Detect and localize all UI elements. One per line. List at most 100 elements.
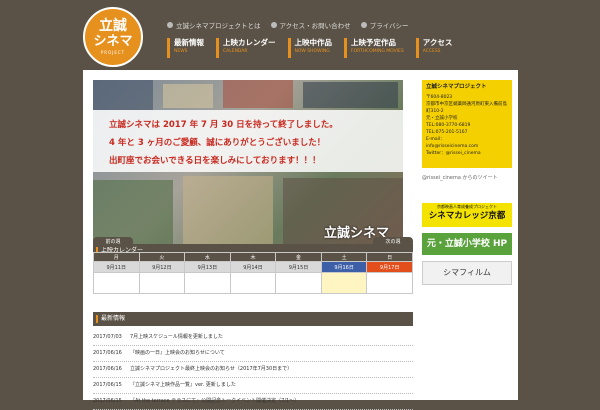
contact-info-box: 立誠シネマプロジェクト 〒604-8023 京都市中京区蛸薬師通河原町東入備前島…: [422, 80, 512, 168]
contact-tel: TEL:080-3770-6819: [426, 123, 471, 128]
news-title[interactable]: 『映画の一日』上映会のお知らせについて: [130, 346, 225, 361]
hero-collage-tile: [183, 176, 273, 253]
news-item[interactable]: 2017/06/16 『映画の一日』上映会のお知らせについて: [93, 346, 413, 362]
sidebar: 立誠シネマプロジェクト 〒604-8023 京都市中京区蛸薬師通河原町東入備前島…: [422, 80, 512, 285]
nav-forthcoming[interactable]: 上映予定作品 FORTHCOMING MOVIES: [344, 38, 404, 58]
calendar-weekday: 金: [275, 252, 322, 262]
news-date: 2017/06/16: [93, 366, 122, 372]
site-logo[interactable]: 立誠 シネマ PROJECT: [83, 7, 143, 67]
contact-email-label: E-mail：: [426, 137, 445, 142]
contact-postal: 〒604-8023: [426, 95, 453, 100]
calendar-weekday: 月: [93, 252, 140, 262]
shima-films-banner[interactable]: シマフィルム: [422, 261, 512, 285]
logo-text-1: 立誠: [99, 18, 127, 34]
toplink-about[interactable]: 立誠シネマプロジェクトとは: [167, 20, 261, 30]
calendar-table: 月 火 水 木 金 土 日 9月11日 9月12日 9月13日 9月14日 9月…: [93, 252, 413, 294]
banner-subtitle: 京都映画人育成養成プロジェクト: [437, 204, 497, 209]
nav-sub-label: CALENDAR: [223, 49, 248, 54]
logo-text-2: シネマ: [93, 34, 133, 49]
news-date: 2017/06/15: [93, 398, 122, 404]
calendar-date[interactable]: 9月15日: [275, 261, 322, 273]
hero-message-line: 出町座でお会いできる日を楽しみにしております！！！: [109, 156, 321, 166]
calendar-weekday: 水: [184, 252, 231, 262]
hero-message-panel: 立誠シネマは 2017 年 7 月 30 日を持って終了しました。 4 年と 3…: [93, 110, 403, 172]
calendar-weekday: 土: [320, 252, 368, 262]
calendar-weekday: 日: [366, 252, 413, 262]
calendar-cell: [229, 272, 277, 294]
toplink-label: アクセス・お問い合わせ: [279, 22, 351, 30]
contact-info-title: 立誠シネマプロジェクト: [426, 84, 487, 90]
news-title[interactable]: 立誠シネマプロジェクト最終上映会のお知らせ（2017年7月30日まで）: [130, 362, 292, 377]
calendar-prev-button[interactable]: 前の週: [93, 237, 133, 247]
contact-twitter[interactable]: Twitter：@rissei_cinema: [426, 150, 508, 157]
hero-collage-tile: [303, 82, 398, 108]
toplink-privacy[interactable]: プライバシー: [360, 20, 409, 30]
twitter-link[interactable]: @rissei_cinema からのツイート: [422, 174, 512, 181]
banner-title: シネマカレッジ京都: [428, 211, 506, 221]
nav-access[interactable]: アクセス ACCESS: [415, 38, 453, 58]
contact-building: 元・立誠小学校: [426, 116, 458, 121]
news-title[interactable]: 7月上映スケジュール情報を更新しました: [130, 330, 223, 345]
nav-label: アクセス: [422, 38, 453, 47]
calendar-date[interactable]: 9月14日: [229, 261, 277, 273]
calendar-cell: [366, 272, 413, 294]
news-date: 2017/06/16: [93, 350, 122, 356]
calendar-date-sunday[interactable]: 9月17日: [366, 261, 413, 273]
bullet-icon: [270, 22, 277, 28]
school-hp-banner[interactable]: 元・立誠小学校 HP: [422, 233, 512, 255]
calendar-cell: [275, 272, 322, 294]
bullet-icon: [167, 22, 173, 28]
calendar-weekday: 木: [229, 252, 277, 262]
nav-now-showing[interactable]: 上映中作品 NOW SHOWING: [287, 38, 333, 58]
news-list: 2017/07/03 7月上映スケジュール情報を更新しました 2017/06/16…: [93, 330, 413, 410]
nav-label: 上映予定作品: [351, 38, 396, 47]
toplink-label: 立誠シネマプロジェクトとは: [176, 22, 261, 30]
nav-calendar[interactable]: 上映カレンダー CALENDAR: [216, 38, 276, 58]
news-title[interactable]: 『立誠シネマ上映作品一覧』ver. 更新しました: [130, 378, 236, 393]
nav-sub-label: ACCESS: [422, 49, 441, 54]
main-content: 立誠シネマは 2017 年 7 月 30 日を持って終了しました。 4 年と 3…: [83, 70, 518, 410]
news-item[interactable]: 2017/06/15 『立誠シネマ上映作品一覧』ver. 更新しました: [93, 378, 413, 394]
calendar-date[interactable]: 9月11日: [93, 261, 140, 273]
calendar-date[interactable]: 9月13日: [184, 261, 231, 273]
contact-address: 京都市中京区蛸薬師通河原町東入備前島町310-2: [426, 102, 507, 114]
news-title[interactable]: 『At the terrace テラスにて』公開記念トークイベント開催決定（7/…: [130, 394, 299, 409]
top-links: 立誠シネマプロジェクトとは アクセス・お問い合わせ プライバシー: [167, 20, 419, 30]
calendar-cell: [138, 272, 186, 294]
logo-tag: PROJECT: [100, 50, 126, 55]
cinema-college-banner[interactable]: 京都映画人育成養成プロジェクト シネマカレッジ京都: [422, 203, 512, 227]
news-date: 2017/07/03: [93, 334, 122, 340]
contact-email[interactable]: info@risseicinema.com: [426, 143, 508, 150]
toplink-contact[interactable]: アクセス・お問い合わせ: [270, 20, 351, 30]
hero-message-line: 立誠シネマは 2017 年 7 月 30 日を持って終了しました。: [109, 120, 338, 130]
nav-news[interactable]: 最新情報 NEWS: [167, 38, 204, 58]
hero-banner[interactable]: 立誠シネマは 2017 年 7 月 30 日を持って終了しました。 4 年と 3…: [93, 80, 403, 253]
hero-message-line: 4 年と 3 ヶ月のご愛顧、誠にありがとうございました！: [109, 138, 326, 148]
news-item[interactable]: 2017/06/15 『At the terrace テラスにて』公開記念トークイ…: [93, 394, 413, 410]
news-item[interactable]: 2017/07/03 7月上映スケジュール情報を更新しました: [93, 330, 413, 346]
news-heading: 最新情報: [93, 312, 413, 326]
calendar-date-saturday[interactable]: 9月16日: [320, 261, 368, 273]
bullet-icon: [360, 22, 367, 28]
calendar-date[interactable]: 9月12日: [138, 261, 186, 273]
nav-label: 最新情報: [174, 38, 204, 47]
global-nav: 最新情報 NEWS 上映カレンダー CALENDAR 上映中作品 NOW SHOWIN…: [167, 38, 464, 58]
news-date: 2017/06/15: [93, 382, 122, 388]
calendar-weekday: 火: [138, 252, 186, 262]
hero-collage-tile: [163, 84, 213, 108]
nav-sub-label: NOW SHOWING: [294, 49, 330, 54]
calendar-next-button[interactable]: 次の週: [373, 237, 413, 247]
nav-label: 上映カレンダー: [223, 38, 276, 47]
calendar-cell: [93, 272, 140, 294]
nav-sub-label: FORTHCOMING MOVIES: [351, 49, 404, 54]
hero-collage-tile: [223, 80, 293, 108]
calendar-cell-today: [320, 272, 368, 294]
calendar-cell: [184, 272, 231, 294]
news-item[interactable]: 2017/06/16 立誠シネマプロジェクト最終上映会のお知らせ（2017年7月3…: [93, 362, 413, 378]
nav-sub-label: NEWS: [174, 49, 188, 54]
hero-collage-tile: [93, 80, 153, 110]
toplink-label: プライバシー: [369, 22, 409, 30]
contact-tel: TEL:075-201-5167: [426, 130, 468, 135]
nav-label: 上映中作品: [294, 38, 333, 47]
site-header: 立誠 シネマ PROJECT 立誠シネマプロジェクトとは アクセス・お問い合わせ…: [0, 0, 600, 80]
